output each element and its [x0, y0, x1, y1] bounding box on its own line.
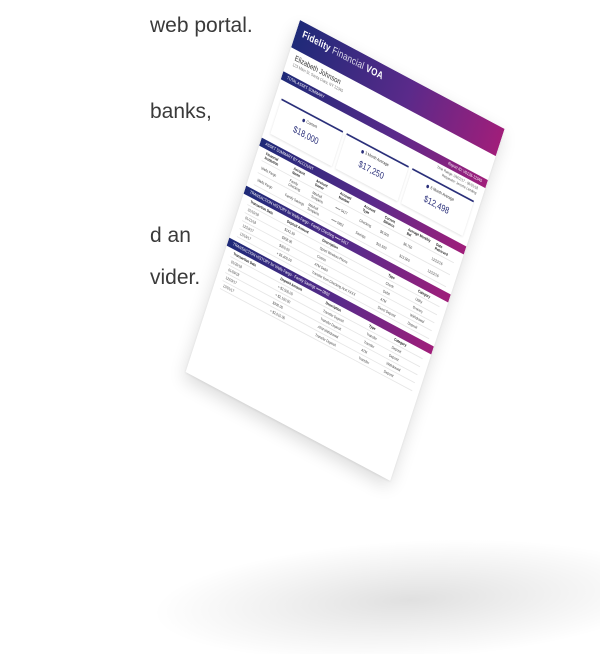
brand-suffix: VOA: [364, 61, 385, 82]
card-label: Current: [305, 119, 318, 130]
brand-bold: Fidelity: [301, 28, 333, 54]
report-page: Fidelity Financial VOA Elizabeth Johnson…: [185, 20, 505, 481]
side-text-line-2: banks,: [150, 100, 212, 123]
document-mockup: Fidelity Financial VOA Elizabeth Johnson…: [185, 20, 600, 654]
side-text-line-3: d an: [150, 224, 191, 247]
side-text-line-1: web portal.: [150, 14, 253, 37]
stage: web portal. banks, d an vider. Fidelity …: [0, 0, 600, 654]
brand-thin: Financial: [330, 43, 366, 72]
side-text-line-4: vider.: [150, 266, 201, 289]
